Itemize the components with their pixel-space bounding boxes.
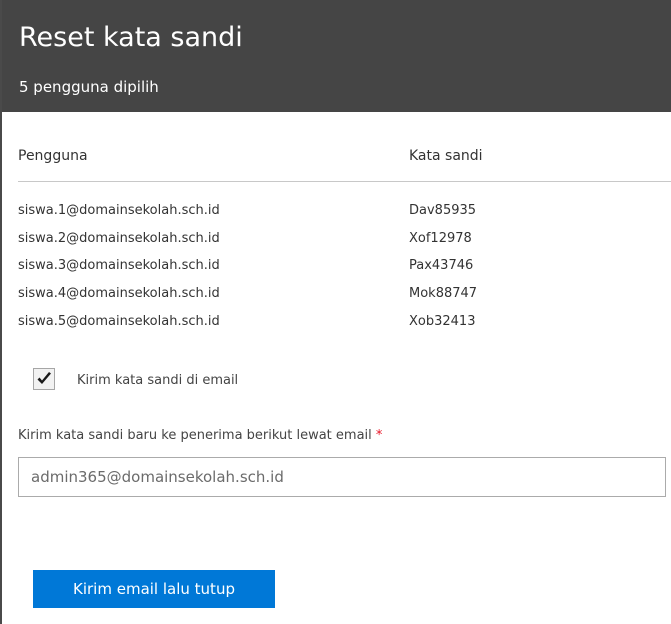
column-header-user: Pengguna <box>18 148 88 164</box>
send-email-checkbox-label: Kirim kata sandi di email <box>77 373 239 388</box>
panel-title: Reset kata sandi <box>19 22 243 53</box>
password-cell: Pax43746 <box>409 258 474 273</box>
table-row: siswa.4@domainsekolah.sch.id Mok88747 <box>18 286 578 308</box>
recipient-label-text: Kirim kata sandi baru ke penerima beriku… <box>18 428 372 443</box>
table-row: siswa.2@domainsekolah.sch.id Xof12978 <box>18 231 578 253</box>
user-email-cell: siswa.4@domainsekolah.sch.id <box>18 286 220 301</box>
password-cell: Dav85935 <box>409 203 477 218</box>
send-email-checkbox[interactable] <box>33 368 55 390</box>
recipient-email-input[interactable] <box>18 457 666 497</box>
table-row: siswa.1@domainsekolah.sch.id Dav85935 <box>18 203 578 225</box>
checkmark-icon <box>37 372 51 384</box>
password-cell: Mok88747 <box>409 286 478 301</box>
user-email-cell: siswa.1@domainsekolah.sch.id <box>18 203 220 218</box>
table-row: siswa.5@domainsekolah.sch.id Xob32413 <box>18 314 578 336</box>
password-cell: Xob32413 <box>409 314 476 329</box>
user-email-cell: siswa.2@domainsekolah.sch.id <box>18 231 220 246</box>
column-header-password: Kata sandi <box>409 148 483 164</box>
table-header-divider <box>18 181 671 182</box>
selected-users-count: 5 pengguna dipilih <box>19 78 159 96</box>
password-cell: Xof12978 <box>409 231 472 246</box>
recipient-field-label: Kirim kata sandi baru ke penerima beriku… <box>18 428 382 443</box>
required-marker: * <box>375 428 383 443</box>
panel-header: Reset kata sandi 5 pengguna dipilih <box>2 0 671 112</box>
user-email-cell: siswa.3@domainsekolah.sch.id <box>18 258 220 273</box>
user-email-cell: siswa.5@domainsekolah.sch.id <box>18 314 220 329</box>
send-email-and-close-button[interactable]: Kirim email lalu tutup <box>33 570 275 608</box>
reset-password-panel: Reset kata sandi 5 pengguna dipilih Peng… <box>0 0 671 624</box>
table-row: siswa.3@domainsekolah.sch.id Pax43746 <box>18 258 578 280</box>
